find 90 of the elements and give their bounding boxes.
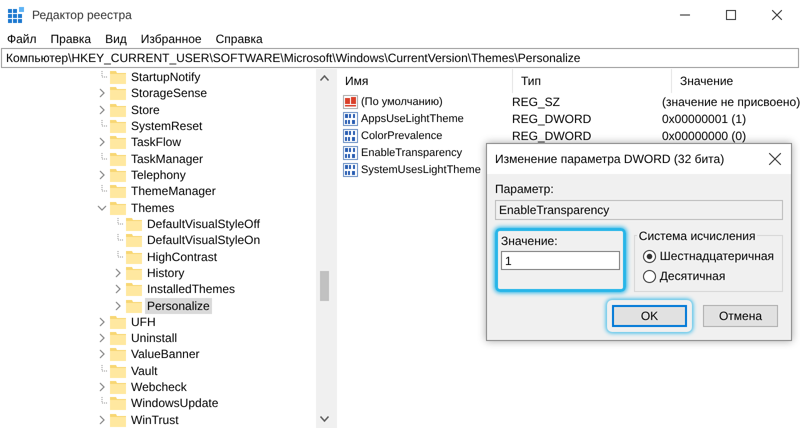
tree-item[interactable]: History [145, 264, 186, 281]
table-cell: (значение не присвоено) [662, 94, 800, 108]
tree-item[interactable]: Store [129, 102, 162, 118]
tree-item[interactable]: UFH [129, 314, 158, 330]
parameter-name-field: EnableTransparency [495, 200, 783, 220]
folder-icon [110, 135, 126, 150]
close-icon[interactable] [769, 153, 781, 165]
folder-icon [110, 396, 126, 410]
column-header[interactable]: Значение [672, 69, 800, 93]
folder-icon [126, 298, 142, 313]
tree-item[interactable]: StartupNotify [129, 69, 202, 86]
binary-value-icon [343, 146, 358, 160]
menu-item[interactable]: Избранное [134, 32, 209, 46]
folder-icon [126, 266, 142, 280]
table-cell: REG_DWORD [512, 128, 592, 142]
tree-item[interactable]: ValueBanner [129, 346, 202, 362]
value-name[interactable]: SystemUsesLightTheme [361, 164, 481, 176]
radio-label[interactable]: Шестнадцатеричная [660, 249, 774, 263]
address-bar[interactable]: Компьютер\HKEY_CURRENT_USER\SOFTWARE\Microsoft\Windows\CurrentVersion\Themes\Personalize [1, 48, 799, 68]
value-name[interactable]: EnableTransparency [361, 146, 462, 158]
table-cell: 0x00000001 (1) [662, 112, 746, 126]
string-value-icon [343, 94, 358, 108]
radio-button[interactable] [642, 250, 656, 262]
table-cell: 0x00000000 (0) [662, 128, 746, 142]
folder-icon [110, 314, 126, 329]
tree-item[interactable]: WinTrust [129, 412, 181, 428]
tree-item[interactable]: DefaultVisualStyleOn [145, 232, 262, 248]
tree-item[interactable]: StorageSense [129, 85, 210, 102]
binary-value-icon [343, 128, 358, 142]
folder-icon [126, 282, 142, 296]
binary-value-icon [343, 112, 358, 126]
tree-item[interactable]: Telephony [129, 167, 188, 184]
menu-item[interactable]: Справка [208, 32, 270, 46]
folder-icon [110, 168, 126, 182]
registry-editor-icon [8, 7, 24, 23]
close-icon [772, 10, 782, 20]
menu-item[interactable]: Правка [44, 32, 98, 46]
tree-item[interactable]: Vault [129, 362, 160, 379]
menu-item[interactable]: Файл [0, 32, 44, 46]
folder-icon [110, 412, 126, 427]
tree-item[interactable]: ThemeManager [129, 183, 218, 200]
maximize-icon [726, 10, 736, 20]
folder-icon [110, 364, 126, 378]
group-title: Система исчисления [636, 229, 758, 243]
menu-item[interactable]: Вид [98, 32, 134, 46]
folder-icon [110, 152, 126, 166]
folder-icon [110, 347, 126, 362]
scroll-up-icon[interactable] [320, 75, 329, 81]
tree-item[interactable]: TaskFlow [129, 134, 184, 150]
folder-icon [126, 250, 142, 264]
table-cell: REG_DWORD [512, 112, 592, 126]
value-name[interactable]: AppsUseLightTheme [361, 112, 464, 124]
radio-button[interactable] [642, 270, 656, 282]
value-name[interactable]: ColorPrevalence [361, 130, 442, 142]
column-header[interactable]: Тип [513, 69, 672, 93]
field-label: Параметр: [495, 182, 555, 196]
tree-item[interactable]: WindowsUpdate [129, 395, 220, 412]
scrollbar-thumb[interactable] [320, 271, 329, 301]
scrollbar[interactable] [316, 69, 333, 428]
binary-value-icon [343, 162, 358, 176]
scroll-down-icon[interactable] [320, 416, 329, 422]
tree-item[interactable]: InstalledThemes [145, 281, 238, 298]
tree-item[interactable]: HighContrast [145, 248, 220, 265]
tree-item[interactable]: Personalize [145, 298, 212, 314]
value-name[interactable]: (По умолчанию) [361, 96, 443, 108]
tree-item[interactable]: Webcheck [129, 379, 189, 396]
tree-item[interactable]: Themes [129, 200, 176, 216]
dialog-button[interactable]: OK [612, 305, 687, 327]
tree-item[interactable]: DefaultVisualStyleOff [145, 216, 262, 232]
folder-icon [110, 200, 126, 215]
folder-icon [110, 86, 126, 100]
column-header[interactable]: Имя [337, 69, 513, 93]
folder-icon [110, 119, 126, 134]
dialog-title: Изменение параметра DWORD (32 бита) [495, 152, 724, 166]
tree-item[interactable]: SystemReset [129, 118, 204, 134]
folder-icon [110, 102, 126, 117]
table-cell: REG_SZ [512, 94, 560, 108]
folder-icon [110, 184, 126, 198]
field-label: Значение: [501, 234, 559, 248]
value-input-field[interactable]: 1 [501, 251, 620, 270]
folder-icon [126, 216, 142, 231]
folder-icon [110, 331, 126, 346]
folder-icon [110, 70, 126, 84]
dialog-button[interactable]: Отмена [703, 305, 778, 327]
tree-item[interactable]: TaskManager [129, 150, 206, 167]
radio-label[interactable]: Десятичная [660, 269, 726, 283]
window-title: Редактор реестра [32, 8, 133, 22]
folder-icon [110, 380, 126, 394]
tree-item[interactable]: Uninstall [129, 330, 180, 346]
folder-icon [126, 233, 142, 248]
